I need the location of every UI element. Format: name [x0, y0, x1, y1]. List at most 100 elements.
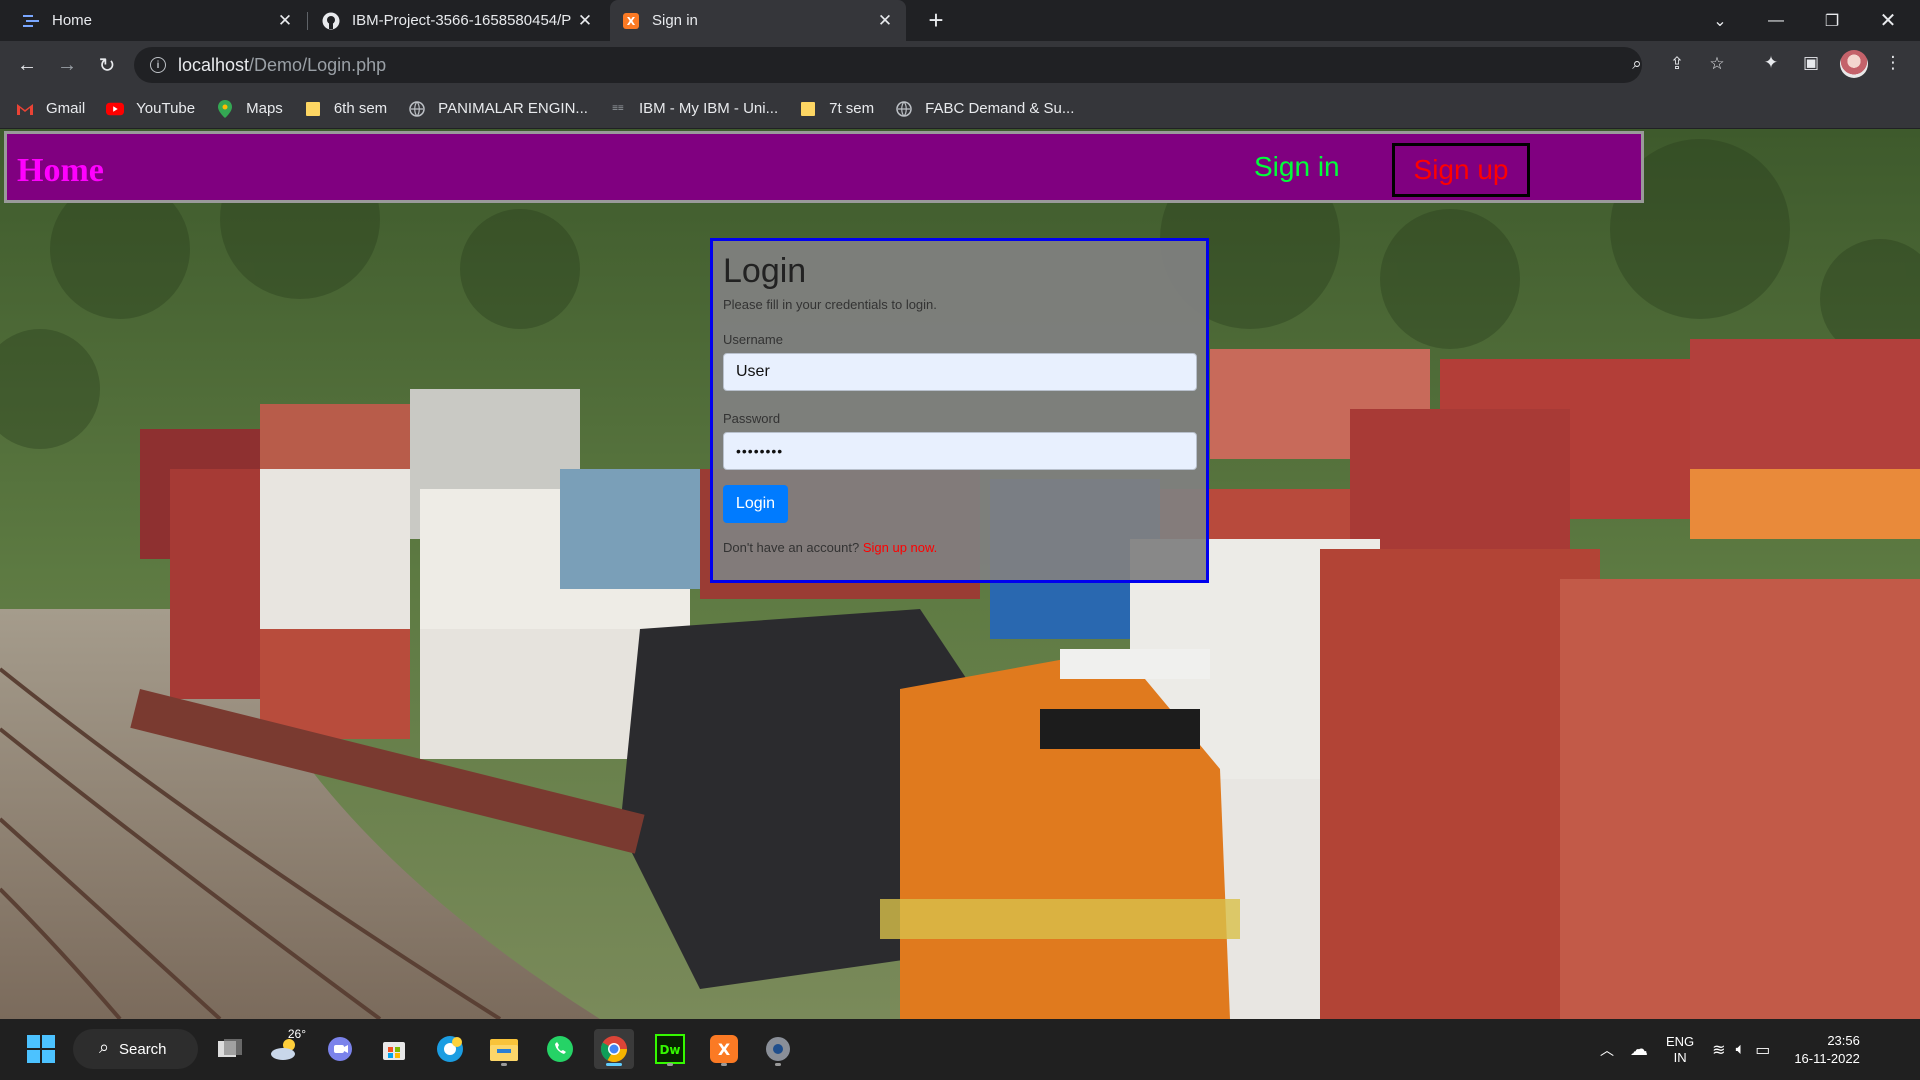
bookmark-label: Maps — [246, 100, 283, 117]
svg-text:X: X — [718, 1040, 731, 1059]
bookmark-label: Gmail — [46, 100, 86, 117]
active-indicator — [606, 1063, 622, 1066]
xampp-icon: X — [622, 12, 640, 30]
globe-icon — [895, 100, 913, 118]
file-explorer-icon[interactable] — [484, 1029, 524, 1069]
address-bar[interactable]: i localhost/Demo/Login.php ⌕ ⇪ ☆ — [134, 47, 1725, 83]
tab-separator — [307, 12, 308, 30]
wifi-icon[interactable]: ≋ — [1712, 1040, 1725, 1060]
close-icon[interactable]: ✕ — [876, 11, 894, 31]
tab-home[interactable]: Home ✕ — [10, 0, 306, 41]
menu-icon[interactable]: ⋮ — [1880, 50, 1906, 76]
battery-icon[interactable]: ▭ — [1755, 1040, 1770, 1060]
gmail-icon — [16, 100, 34, 118]
running-indicator — [667, 1063, 673, 1066]
bookmark-youtube[interactable]: YouTube — [106, 100, 195, 118]
login-title: Login — [723, 252, 807, 290]
bookmark-7t-sem[interactable]: 7t sem — [799, 100, 874, 118]
clock[interactable]: 23:56 16-11-2022 — [1794, 1032, 1860, 1068]
ibm-icon: ≡≡ — [612, 103, 624, 114]
back-button[interactable]: ← — [12, 50, 42, 80]
restore-button[interactable]: ❐ — [1804, 0, 1860, 41]
close-icon[interactable]: ✕ — [576, 11, 594, 31]
window-close-button[interactable]: ✕ — [1860, 0, 1916, 41]
signup-now-link[interactable]: Sign up now. — [863, 540, 937, 555]
weather-icon[interactable]: 26° — [266, 1027, 306, 1069]
bookmark-panimalar[interactable]: PANIMALAR ENGIN... — [408, 100, 588, 118]
dreamweaver-icon[interactable]: Dw — [650, 1029, 690, 1069]
close-icon[interactable]: ✕ — [276, 11, 294, 31]
youtube-icon — [106, 100, 125, 118]
login-button[interactable]: Login — [723, 485, 788, 523]
extensions-icon[interactable]: ✦ — [1758, 50, 1784, 76]
bookmark-star-icon[interactable]: ☆ — [1704, 51, 1730, 77]
forward-button[interactable]: → — [52, 50, 82, 80]
tab-search-icon[interactable]: ⌄ — [1692, 0, 1748, 41]
site-navbar: Home Sign in Sign up — [4, 131, 1644, 203]
microsoft-store-icon[interactable] — [374, 1029, 414, 1069]
url-path: /Demo/Login.php — [249, 54, 387, 75]
taskbar-search[interactable]: ⌕ Search — [73, 1029, 198, 1069]
edge-icon[interactable] — [430, 1029, 470, 1069]
bookmark-ibm[interactable]: ≡≡ IBM - My IBM - Uni... — [609, 100, 778, 118]
bookmark-maps[interactable]: Maps — [216, 99, 283, 118]
password-field[interactable] — [723, 432, 1197, 470]
browser-toolbar: ← → ↻ i localhost/Demo/Login.php ⌕ ⇪ ☆ ✦… — [0, 41, 1920, 89]
share-icon[interactable]: ⇪ — [1664, 51, 1690, 77]
signup-prompt-text: Don't have an account? — [723, 540, 860, 555]
bookmark-6th-sem[interactable]: 6th sem — [304, 100, 387, 118]
username-label: Username — [723, 332, 783, 347]
search-label: Search — [119, 1040, 167, 1058]
tab-title: Home — [52, 12, 93, 29]
settings-icon[interactable] — [758, 1029, 798, 1069]
tab-github[interactable]: IBM-Project-3566-1658580454/P ✕ — [310, 0, 606, 41]
running-indicator — [721, 1063, 727, 1066]
task-view-icon[interactable] — [210, 1029, 250, 1069]
site-info-icon[interactable]: i — [150, 57, 166, 73]
zoom-icon[interactable]: ⌕ — [1624, 51, 1650, 77]
folder-icon — [799, 100, 817, 118]
reload-button[interactable]: ↻ — [92, 50, 122, 80]
tab-signin[interactable]: X Sign in ✕ — [610, 0, 906, 41]
running-indicator — [501, 1063, 507, 1066]
tab-strip: Home ✕ IBM-Project-3566-1658580454/P ✕ X… — [0, 0, 1920, 41]
login-subtitle: Please fill in your credentials to login… — [723, 297, 937, 312]
maps-icon — [216, 99, 234, 118]
page-lines-icon — [22, 12, 40, 30]
bookmark-fabc[interactable]: FABC Demand & Su... — [895, 100, 1074, 118]
bookmark-label: PANIMALAR ENGIN... — [438, 100, 588, 117]
search-icon: ⌕ — [99, 1037, 110, 1057]
start-button[interactable] — [21, 1029, 61, 1069]
lang-line1: ENG — [1666, 1033, 1695, 1049]
page-viewport: Home Sign in Sign up Login Please fill i… — [0, 129, 1920, 1019]
xampp-taskbar-icon[interactable]: X — [704, 1029, 744, 1069]
globe-icon — [408, 100, 426, 118]
login-form: Login Please fill in your credentials to… — [710, 238, 1209, 583]
system-tray: ︿ ☁ ENG IN ≋ 🔈︎ ▭ 23:56 16-11-2022 — [1600, 1019, 1860, 1080]
weather-temp: 26° — [287, 1027, 306, 1041]
minimize-button[interactable]: — — [1748, 0, 1804, 41]
folder-icon — [304, 100, 322, 118]
chevron-up-icon[interactable]: ︿ — [1600, 1040, 1614, 1060]
url-host: localhost — [178, 54, 250, 75]
username-field[interactable] — [723, 353, 1197, 391]
side-panel-icon[interactable]: ▣ — [1798, 50, 1824, 76]
nav-home-link[interactable]: Home — [17, 152, 104, 190]
language-indicator[interactable]: ENG IN — [1666, 1034, 1694, 1066]
teams-chat-icon[interactable] — [320, 1029, 360, 1069]
github-icon — [322, 12, 340, 30]
chrome-icon[interactable] — [594, 1029, 634, 1069]
volume-icon[interactable]: 🔈︎ — [1736, 1041, 1746, 1059]
bookmark-gmail[interactable]: Gmail — [16, 100, 85, 118]
svg-text:Dw: Dw — [659, 1043, 680, 1057]
nav-signup-button[interactable]: Sign up — [1392, 143, 1530, 197]
clock-date: 16-11-2022 — [1794, 1050, 1860, 1066]
onedrive-icon[interactable]: ☁ — [1630, 1039, 1648, 1060]
signup-prompt: Don't have an account? Sign up now. — [723, 540, 1196, 555]
bookmark-label: 7t sem — [829, 100, 875, 117]
password-label: Password — [723, 411, 781, 426]
whatsapp-icon[interactable] — [540, 1029, 580, 1069]
profile-avatar[interactable] — [1840, 50, 1868, 78]
nav-signin-link[interactable]: Sign in — [1254, 151, 1340, 183]
new-tab-button[interactable]: + — [922, 7, 950, 35]
